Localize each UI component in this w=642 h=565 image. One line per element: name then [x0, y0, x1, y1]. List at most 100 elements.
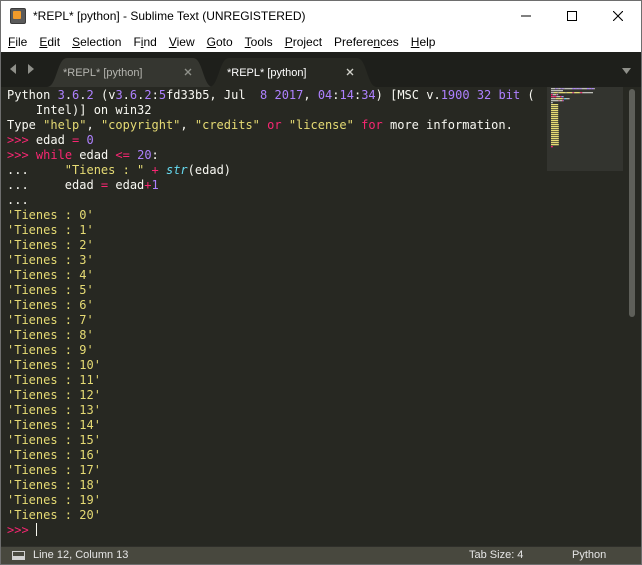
code-line: >>> [7, 523, 37, 537]
minimap-line [551, 142, 559, 144]
code-token: 'Tienes : 19' [7, 493, 101, 507]
minimap-line [563, 100, 564, 102]
menu-item[interactable]: Project [280, 35, 327, 49]
minimap-line [551, 138, 559, 140]
minimap-line [551, 94, 553, 96]
minimize-button[interactable] [503, 1, 549, 31]
syntax-selector[interactable]: Python [572, 549, 606, 561]
minimap-line [552, 94, 557, 96]
minimap-line [572, 88, 574, 90]
menu-item[interactable]: Goto [202, 35, 238, 49]
editor-area[interactable]: Python 3.6.2 (v3.6.2:5fd33b5, Jul 8 2017… [1, 87, 641, 546]
minimap-line [552, 96, 554, 98]
tab-close-icon[interactable] [345, 67, 355, 77]
minimap[interactable] [549, 87, 621, 157]
minimap-line [587, 88, 590, 90]
minimap-line [551, 98, 556, 100]
menu-bar: File Edit Selection Find View Goto Tools Projec… [1, 31, 641, 52]
minimap-line [551, 96, 553, 98]
repl-output[interactable]: Python 3.6.2 (v3.6.2:5fd33b5, Jul 8 2017… [7, 88, 535, 538]
code-line: 'Tienes : 2' [7, 238, 94, 252]
menu-item[interactable]: Tools [240, 35, 278, 49]
vertical-scrollbar[interactable] [629, 89, 635, 317]
code-token: 'Tienes : 15' [7, 433, 101, 447]
code-token: 20 [137, 148, 152, 162]
menu-item[interactable]: Edit [34, 35, 65, 49]
minimap-line [561, 88, 562, 90]
text-cursor [35, 523, 37, 536]
minimap-line [573, 88, 576, 90]
code-token: 3 [57, 88, 65, 102]
code-token: 'Tienes : 9' [7, 343, 94, 357]
panel-toggle-icon[interactable] [12, 551, 25, 560]
minimap-line [556, 88, 557, 90]
code-line: 'Tienes : 4' [7, 268, 94, 282]
code-token: 'Tienes : 7' [7, 313, 94, 327]
code-token: 'Tienes : 16' [7, 448, 101, 462]
code-token: , [303, 88, 318, 102]
minimap-line [563, 96, 564, 98]
tab-repl-inactive[interactable]: *REPL* [python] [47, 58, 213, 87]
menu-item[interactable]: Selection [67, 35, 126, 49]
minimap-line [551, 112, 559, 114]
minimap-line [562, 88, 563, 90]
code-token: : [151, 88, 159, 102]
close-icon [613, 11, 623, 21]
minimap-line [551, 88, 556, 90]
code-token: 'Tienes : 13' [7, 403, 101, 417]
code-token: 'Tienes : 12' [7, 388, 101, 402]
code-line: 'Tienes : 15' [7, 433, 101, 447]
minimap-line [564, 88, 572, 90]
maximize-button[interactable] [549, 1, 595, 31]
code-token: bit [498, 88, 521, 102]
code-token: 1900 [440, 88, 470, 102]
code-token: 2 [144, 88, 152, 102]
code-token: >>> [7, 523, 29, 537]
code-line: Type "help", "copyright", "credits" or "… [7, 118, 513, 132]
code-line: 'Tienes : 8' [7, 328, 94, 342]
minimap-line [579, 88, 581, 90]
menu-item[interactable]: Help [406, 35, 441, 49]
code-line: 'Tienes : 19' [7, 493, 101, 507]
code-token: 'Tienes : 14' [7, 418, 101, 432]
close-button[interactable] [595, 1, 641, 31]
code-token: 'Tienes : 20' [7, 508, 101, 522]
code-token: "license" [288, 118, 354, 132]
code-token: (edad) [187, 163, 232, 177]
code-line: Python 3.6.2 (v3.6.2:5fd33b5, Jul 8 2017… [7, 88, 535, 102]
tab-repl-active[interactable]: *REPL* [python] [209, 58, 377, 87]
minimap-line [551, 126, 559, 128]
menu-item[interactable]: Preferences [329, 35, 404, 49]
menu-item[interactable]: View [164, 35, 200, 49]
code-token: (v [93, 88, 116, 102]
code-line: 'Tienes : 11' [7, 373, 101, 387]
code-token: . [64, 88, 73, 102]
app-icon[interactable] [10, 8, 26, 24]
menu-item[interactable]: Find [128, 35, 161, 49]
code-token: 'Tienes : 2' [7, 238, 94, 252]
minimap-line [560, 88, 562, 90]
minimap-line [551, 118, 559, 120]
code-token: . [122, 88, 130, 102]
code-line: ... "Tienes : " + str(edad) [7, 163, 231, 177]
arrow-right-icon[interactable] [27, 64, 35, 74]
code-token: , [180, 118, 195, 132]
code-token: 'Tienes : 11' [7, 373, 101, 387]
code-line: 'Tienes : 6' [7, 298, 94, 312]
code-token: 14 [339, 88, 354, 102]
arrow-left-icon[interactable] [9, 64, 17, 74]
tab-label: *REPL* [python] [63, 66, 143, 79]
tab-dropdown-icon[interactable] [622, 68, 631, 74]
minimap-line [551, 100, 559, 102]
minimap-line [575, 88, 577, 90]
tab-close-icon[interactable] [183, 67, 193, 77]
minimap-line [551, 90, 563, 92]
minimap-line [551, 104, 559, 106]
tab-size-selector[interactable]: Tab Size: 4 [469, 549, 523, 561]
menu-item[interactable]: File [3, 35, 32, 49]
code-token: ... [7, 193, 29, 207]
code-token: Intel)] on win32 [7, 103, 152, 117]
code-token: 04 [317, 88, 333, 102]
